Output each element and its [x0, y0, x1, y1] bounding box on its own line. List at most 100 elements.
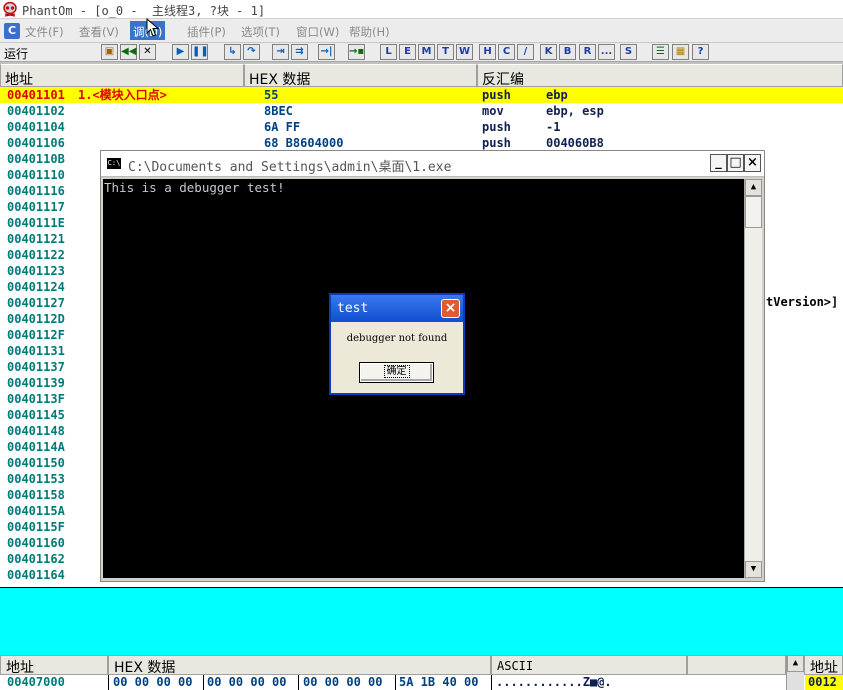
step-into-icon[interactable]: ↳ [224, 44, 241, 60]
console-title-bar[interactable]: C:\ C:\Documents and Settings\admin\桌面\1… [101, 151, 764, 177]
menu-window[interactable]: 窗口(W) [296, 24, 339, 40]
console-icon: C:\ [107, 158, 121, 169]
disasm-row[interactable]: 00401101 1.<模块入口点> 55 push ebp [0, 87, 843, 103]
list-icon[interactable]: ☰ [652, 44, 669, 60]
console-title: C:\Documents and Settings\admin\桌面\1.exe [128, 160, 452, 175]
ok-button-label: 确定 [383, 365, 410, 378]
scroll-thumb[interactable] [745, 196, 762, 228]
dump-scrollbar[interactable]: ▲ [786, 655, 804, 690]
toolbar-source-button[interactable]: S [620, 44, 637, 60]
toolbar-memory-button[interactable]: M [418, 44, 435, 60]
cpu-window-icon[interactable]: C [4, 23, 20, 39]
menu-options[interactable]: 选项(T) [241, 24, 280, 40]
open-icon[interactable]: ▣ [101, 44, 118, 60]
message-box[interactable]: test × debugger not found 确定 [329, 293, 465, 395]
row-address: 0040115A [7, 504, 65, 518]
row-comment: 1.<模块入口点> [78, 88, 167, 102]
close-button[interactable]: × [744, 154, 761, 172]
info-pane[interactable] [0, 587, 843, 655]
row-address: 00401116 [7, 184, 65, 198]
scroll-down-icon[interactable]: ▼ [745, 561, 762, 578]
toolbar-references-button[interactable]: R [579, 44, 596, 60]
row-hex: 55 [264, 88, 279, 102]
toolbar-patches-button[interactable]: / [517, 44, 534, 60]
dump-header-hex[interactable]: HEX 数据 [108, 655, 491, 676]
row-address: 00401153 [7, 472, 65, 486]
toolbar: 运行 ▣ ◀◀ ✕ ▶ ❚❚ ↳ ↷ ⇥ ⇉ →| →▪ L E M T W H… [0, 43, 843, 62]
message-box-close-button[interactable]: × [441, 299, 460, 318]
row-address: 00401122 [7, 248, 65, 262]
menu-help[interactable]: 帮助(H) [349, 24, 390, 40]
toolbar-callstack-button[interactable]: K [540, 44, 557, 60]
row-hex: 8BEC [264, 104, 293, 118]
row-address: 0040112F [7, 328, 65, 342]
row-address: 0040110B [7, 152, 65, 166]
disasm-row[interactable]: 00401102 8BEC mov ebp, esp [0, 103, 843, 119]
ok-button[interactable]: 确定 [359, 362, 434, 383]
console-scrollbar[interactable]: ▲ ▼ [744, 179, 762, 578]
memory-dump-pane[interactable]: 地址 HEX 数据 ASCII ▲ 地址 00407000 00 00 00 0… [0, 655, 843, 690]
toolbar-threads-button[interactable]: T [437, 44, 454, 60]
menu-file[interactable]: 文件(F) [25, 24, 64, 40]
disasm-row[interactable]: 00401104 6A FF push -1 [0, 119, 843, 135]
restart-icon[interactable]: ◀◀ [120, 44, 137, 60]
toolbar-handles-button[interactable]: H [479, 44, 496, 60]
scroll-up-icon[interactable]: ▲ [745, 179, 762, 196]
row-address: 00401164 [7, 568, 65, 582]
phantom-skull-icon [3, 2, 17, 17]
mouse-cursor-icon [146, 18, 160, 37]
row-address: 00401150 [7, 456, 65, 470]
maximize-button[interactable]: □ [727, 154, 744, 172]
row-address: 00401124 [7, 280, 65, 294]
row-address: 00401127 [7, 296, 65, 310]
row-address: 00401110 [7, 168, 65, 182]
menu-plugins[interactable]: 插件(P) [187, 24, 226, 40]
row-address: 0040111E [7, 216, 65, 230]
trace-into-icon[interactable]: ⇥ [272, 44, 289, 60]
trace-over-icon[interactable]: ⇉ [291, 44, 308, 60]
minimize-button[interactable]: _ [710, 154, 727, 172]
row-opcode: push [482, 136, 511, 150]
toolbar-windows-button[interactable]: W [456, 44, 473, 60]
column-header-address[interactable]: 地址 [0, 64, 244, 88]
dump-hex-group: 00 00 00 00 [113, 675, 193, 689]
row-address: 00401123 [7, 264, 65, 278]
stack-header-address[interactable]: 地址 [804, 655, 843, 676]
row-address: 00401145 [7, 408, 65, 422]
close-icon[interactable]: ✕ [139, 44, 156, 60]
appearance-icon[interactable]: ▦ [672, 44, 689, 60]
toolbar-cpu-button[interactable]: C [498, 44, 515, 60]
menu-bar: C 文件(F) 查看(V) 调(D) 插件(P) 选项(T) 窗口(W) 帮助(… [0, 19, 843, 43]
dump-header-address[interactable]: 地址 [0, 655, 108, 676]
column-header-hex[interactable]: HEX 数据 [244, 64, 477, 88]
message-box-title-bar[interactable]: test × [331, 295, 463, 322]
step-over-icon[interactable]: ↷ [243, 44, 260, 60]
row-operand: 004060B8 [546, 136, 604, 150]
goto-icon[interactable]: →▪ [348, 44, 365, 60]
help-icon[interactable]: ? [692, 44, 709, 60]
pause-icon[interactable]: ❚❚ [191, 44, 209, 60]
app-title: PhantOm - [o_0 - 主线程3, ?块 - 1] [22, 4, 266, 18]
toolbar-modules-button[interactable]: E [399, 44, 416, 60]
row-address: 00401121 [7, 232, 65, 246]
menu-view[interactable]: 查看(V) [79, 24, 119, 40]
scroll-up-icon[interactable]: ▲ [787, 655, 804, 672]
dump-hex-group: 00 00 00 00 [303, 675, 383, 689]
row-address: 00401106 [7, 136, 65, 150]
dump-separator [491, 675, 492, 690]
row-address: 0040115F [7, 520, 65, 534]
column-header-disasm[interactable]: 反汇编 [477, 64, 843, 88]
run-icon[interactable]: ▶ [172, 44, 189, 60]
toolbar-runtrace-button[interactable]: ... [598, 44, 615, 60]
disasm-row[interactable]: 00401106 68 B8604000 push 004060B8 [0, 135, 843, 151]
run-status: 运行 [4, 47, 29, 61]
row-address: 00401131 [7, 344, 65, 358]
dump-hex-group: 00 00 00 00 [207, 675, 287, 689]
app-title-bar: PhantOm - [o_0 - 主线程3, ?块 - 1] [0, 0, 843, 19]
toolbar-log-button[interactable]: L [380, 44, 397, 60]
row-opcode: mov [482, 104, 504, 118]
dump-header-ascii[interactable]: ASCII [491, 655, 687, 675]
execute-till-return-icon[interactable]: →| [318, 44, 335, 60]
row-address: 00401162 [7, 552, 65, 566]
toolbar-breakpoints-button[interactable]: B [559, 44, 576, 60]
